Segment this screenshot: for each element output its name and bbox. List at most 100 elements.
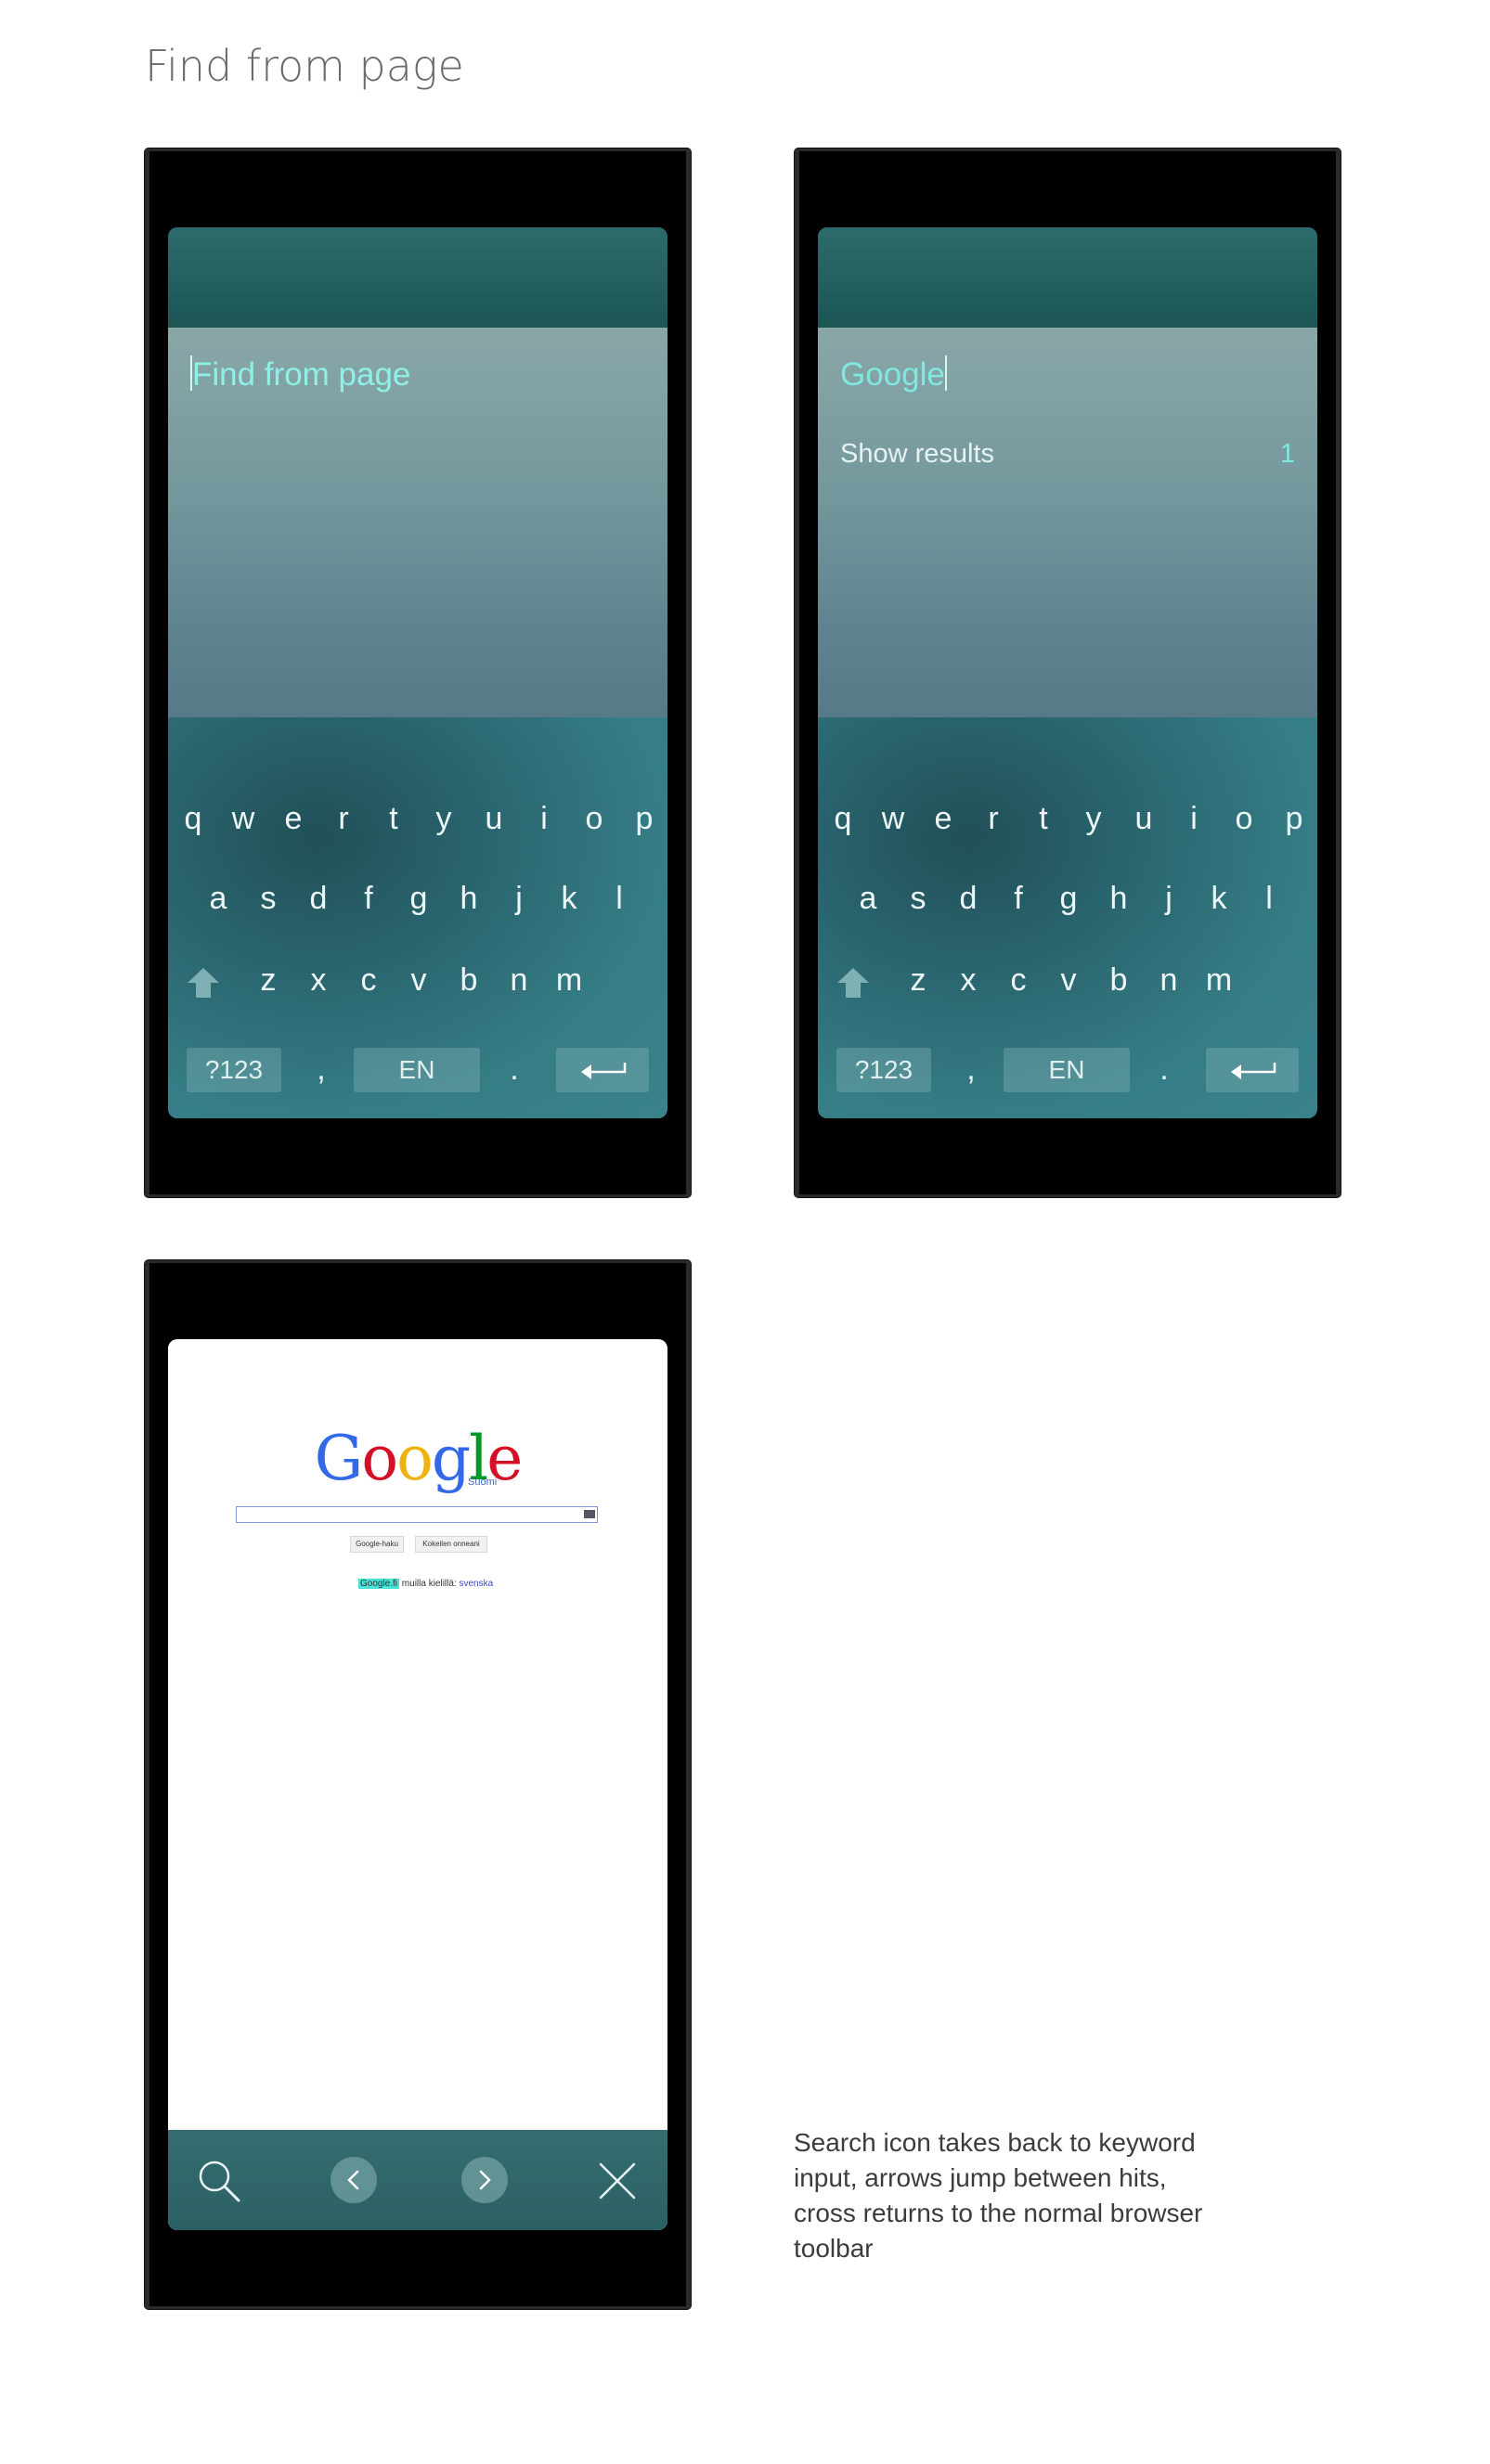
phone-find-empty: Find from page q w e r t y u i o p a s d… xyxy=(145,148,691,1197)
key-period[interactable]: . xyxy=(489,1051,539,1088)
key-comma[interactable]: , xyxy=(296,1051,346,1088)
keyboard-row-1: q w e r t y u i o p xyxy=(818,801,1317,857)
key-l[interactable]: l xyxy=(1244,881,1294,917)
key-p[interactable]: p xyxy=(619,801,667,837)
key-f[interactable]: f xyxy=(993,881,1043,917)
google-lucky-button[interactable]: Kokeilen onneani xyxy=(415,1536,487,1553)
key-y[interactable]: y xyxy=(1069,801,1119,837)
key-m[interactable]: m xyxy=(544,962,594,999)
annotation-note: Search icon takes back to keyword input,… xyxy=(794,2128,1203,2263)
key-i[interactable]: i xyxy=(1169,801,1219,837)
browser-topbar xyxy=(818,227,1317,328)
key-d[interactable]: d xyxy=(943,881,993,917)
key-o[interactable]: o xyxy=(569,801,619,837)
find-placeholder: Find from page xyxy=(192,356,411,393)
browser-topbar xyxy=(168,227,667,328)
key-b[interactable]: b xyxy=(1094,962,1144,999)
phone-screen: Google Suomi Google-haku Kokeilen onnean… xyxy=(168,1339,667,2230)
key-q[interactable]: q xyxy=(818,801,868,837)
logo-letter-o2: o xyxy=(396,1423,434,1494)
key-a[interactable]: a xyxy=(843,881,893,917)
key-i[interactable]: i xyxy=(519,801,569,837)
close-icon[interactable] xyxy=(597,2161,638,2201)
key-c[interactable]: c xyxy=(993,962,1043,999)
language-key[interactable]: EN xyxy=(354,1048,480,1092)
find-toolbar xyxy=(168,2130,667,2230)
svenska-link[interactable]: svenska xyxy=(460,1579,494,1589)
enter-key[interactable] xyxy=(1206,1048,1299,1092)
key-h[interactable]: h xyxy=(1094,881,1144,917)
next-hit-button[interactable] xyxy=(461,2157,508,2203)
key-z[interactable]: z xyxy=(893,962,943,999)
key-e[interactable]: e xyxy=(268,801,318,837)
show-results-button[interactable]: Show results xyxy=(840,439,994,470)
result-count: 1 xyxy=(1279,439,1295,469)
key-k[interactable]: k xyxy=(1194,881,1244,917)
keyboard-row-1: q w e r t y u i o p xyxy=(168,801,667,857)
key-m[interactable]: m xyxy=(1194,962,1244,999)
enter-icon xyxy=(1231,1063,1276,1079)
key-y[interactable]: y xyxy=(419,801,469,837)
key-h[interactable]: h xyxy=(444,881,494,917)
page-title: Find from page xyxy=(145,41,464,91)
previous-hit-button[interactable] xyxy=(330,2157,377,2203)
key-o[interactable]: o xyxy=(1219,801,1269,837)
key-x[interactable]: x xyxy=(943,962,993,999)
google-search-button[interactable]: Google-haku xyxy=(350,1536,404,1553)
keyboard-row-3: z x c v b n m xyxy=(818,962,1317,1018)
key-w[interactable]: w xyxy=(868,801,918,837)
key-a[interactable]: a xyxy=(193,881,243,917)
key-k[interactable]: k xyxy=(544,881,594,917)
google-search-input[interactable] xyxy=(236,1506,598,1523)
find-input[interactable]: Google xyxy=(840,355,947,393)
key-v[interactable]: v xyxy=(1043,962,1094,999)
key-period[interactable]: . xyxy=(1139,1051,1189,1088)
symbols-key[interactable]: ?123 xyxy=(836,1048,931,1092)
key-j[interactable]: j xyxy=(494,881,544,917)
key-u[interactable]: u xyxy=(469,801,519,837)
find-panel: Google Show results 1 xyxy=(818,328,1317,717)
shift-icon[interactable] xyxy=(834,964,873,1001)
find-panel: Find from page xyxy=(168,328,667,717)
key-g[interactable]: g xyxy=(394,881,444,917)
key-v[interactable]: v xyxy=(394,962,444,999)
key-b[interactable]: b xyxy=(444,962,494,999)
keyboard-row-4: ?123 , EN . xyxy=(818,1048,1317,1103)
key-c[interactable]: c xyxy=(343,962,394,999)
find-value: Google xyxy=(840,356,945,393)
key-d[interactable]: d xyxy=(293,881,343,917)
key-s[interactable]: s xyxy=(893,881,943,917)
phone-screen: Google Show results 1 q w e r t y u i o … xyxy=(818,227,1317,1118)
find-input[interactable]: Find from page xyxy=(190,355,410,393)
key-n[interactable]: n xyxy=(1144,962,1194,999)
key-w[interactable]: w xyxy=(218,801,268,837)
key-u[interactable]: u xyxy=(1119,801,1169,837)
key-comma[interactable]: , xyxy=(946,1051,996,1088)
key-e[interactable]: e xyxy=(918,801,968,837)
key-r[interactable]: r xyxy=(318,801,369,837)
key-x[interactable]: x xyxy=(293,962,343,999)
key-g[interactable]: g xyxy=(1043,881,1094,917)
logo-letter-o1: o xyxy=(361,1423,398,1494)
key-t[interactable]: t xyxy=(369,801,419,837)
key-r[interactable]: r xyxy=(968,801,1018,837)
key-z[interactable]: z xyxy=(243,962,293,999)
key-s[interactable]: s xyxy=(243,881,293,917)
virtual-keyboard: q w e r t y u i o p a s d f g h j k l z … xyxy=(168,717,667,1118)
shift-icon[interactable] xyxy=(184,964,223,1001)
text-cursor xyxy=(944,355,947,391)
language-key[interactable]: EN xyxy=(1004,1048,1130,1092)
key-n[interactable]: n xyxy=(494,962,544,999)
enter-key[interactable] xyxy=(556,1048,649,1092)
key-l[interactable]: l xyxy=(594,881,644,917)
keyboard-icon[interactable] xyxy=(584,1510,595,1518)
key-q[interactable]: q xyxy=(168,801,218,837)
symbols-key[interactable]: ?123 xyxy=(187,1048,281,1092)
search-icon[interactable] xyxy=(196,2158,242,2204)
keyboard-row-3: z x c v b n m xyxy=(168,962,667,1018)
key-t[interactable]: t xyxy=(1018,801,1069,837)
key-j[interactable]: j xyxy=(1144,881,1194,917)
key-f[interactable]: f xyxy=(343,881,394,917)
google-region-label: Suomi xyxy=(468,1477,498,1488)
key-p[interactable]: p xyxy=(1269,801,1317,837)
